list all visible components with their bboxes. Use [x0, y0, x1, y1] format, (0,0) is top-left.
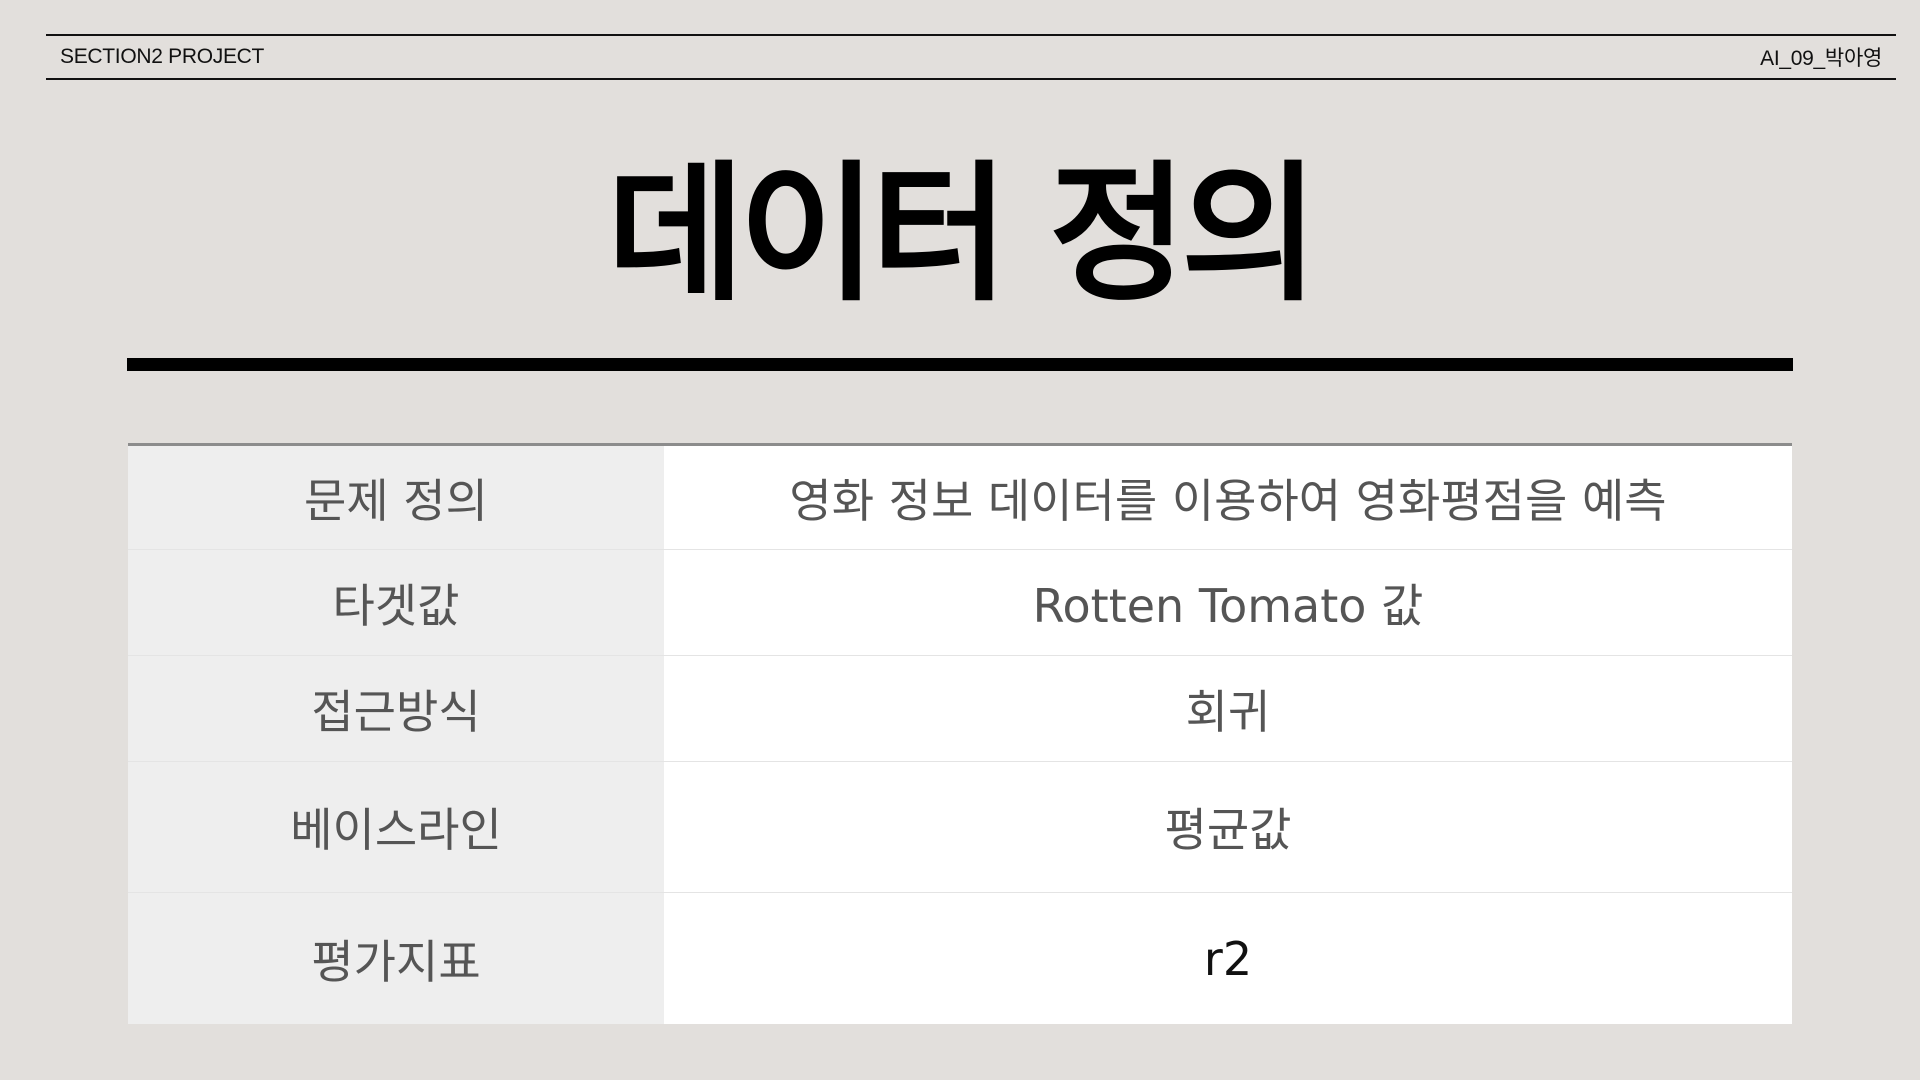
page-title: 데이터 정의 — [606, 148, 1319, 322]
header-bar: SECTION2 PROJECT AI_09_박아영 — [46, 34, 1896, 80]
author-label: AI_09_박아영 — [1760, 47, 1882, 70]
row-label-problem: 문제 정의 — [128, 446, 664, 549]
definition-table: 문제 정의 영화 정보 데이터를 이용하여 영화평점을 예측 타겟값 Rotte… — [128, 443, 1792, 1024]
table-row: 문제 정의 영화 정보 데이터를 이용하여 영화평점을 예측 — [128, 446, 1792, 550]
section-label: SECTION2 PROJECT — [60, 45, 265, 68]
row-value-metric: r2 — [664, 893, 1792, 1024]
row-label-approach: 접근방식 — [128, 656, 664, 761]
row-label-metric: 평가지표 — [128, 893, 664, 1024]
row-value-approach: 회귀 — [664, 656, 1792, 761]
row-value-baseline: 평균값 — [664, 762, 1792, 892]
table-row: 접근방식 회귀 — [128, 656, 1792, 762]
row-value-target: Rotten Tomato 값 — [664, 550, 1792, 655]
table-row: 평가지표 r2 — [128, 893, 1792, 1024]
row-value-problem: 영화 정보 데이터를 이용하여 영화평점을 예측 — [664, 446, 1792, 549]
row-label-baseline: 베이스라인 — [128, 762, 664, 892]
slide: SECTION2 PROJECT AI_09_박아영 데이터 정의 문제 정의 … — [0, 0, 1920, 1080]
title-divider — [127, 358, 1793, 371]
table-row: 타겟값 Rotten Tomato 값 — [128, 550, 1792, 656]
row-label-target: 타겟값 — [128, 550, 664, 655]
table-row: 베이스라인 평균값 — [128, 762, 1792, 893]
